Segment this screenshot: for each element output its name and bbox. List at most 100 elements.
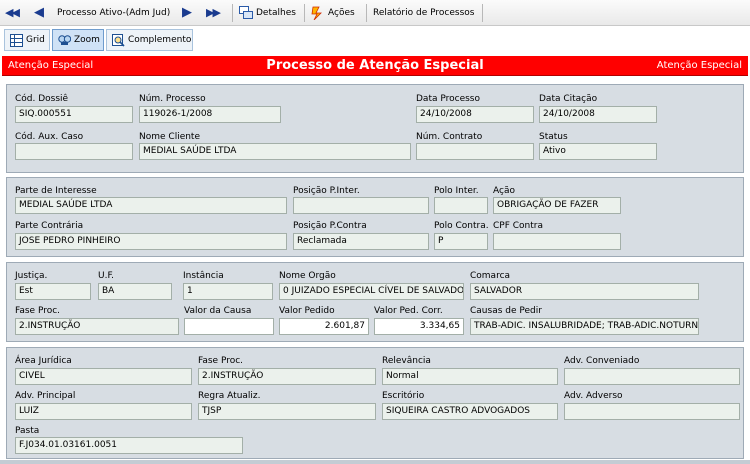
parte-contraria-field[interactable]: JOSE PEDRO PINHEIRO: [15, 233, 287, 250]
parte-interesse-label: Parte de Interesse: [15, 186, 97, 196]
causas-pedir-field[interactable]: TRAB-ADIC. INSALUBRIDADE; TRAB-ADIC.NOTU…: [470, 318, 699, 335]
bottom-strip: [0, 460, 750, 464]
toolbar-separator: [366, 4, 367, 22]
acao-label: Ação: [493, 186, 515, 196]
panel-partes: Parte de Interesse MEDIAL SAÚDE LTDA Pos…: [6, 177, 744, 257]
first-record-icon[interactable]: ◀◀: [5, 5, 20, 21]
valor-ped-corr-label: Valor Ped. Corr.: [374, 306, 443, 316]
causas-pedir-label: Causas de Pedir: [470, 306, 542, 316]
adv-principal-field[interactable]: LUIZ: [15, 403, 192, 420]
polo-contra-label: Polo Contra.: [434, 221, 489, 231]
valor-ped-corr-field[interactable]: 3.334,65: [374, 318, 464, 335]
polo-inter-field[interactable]: [434, 197, 488, 214]
relevancia-field[interactable]: Normal: [382, 368, 558, 385]
posicao-inter-label: Posição P.Inter.: [293, 186, 360, 196]
justica-field[interactable]: Est: [15, 283, 91, 300]
adv-adverso-field[interactable]: [564, 403, 740, 420]
justica-label: Justiça.: [15, 271, 48, 281]
escritorio-label: Escritório: [382, 391, 425, 401]
cod-dossie-field[interactable]: SIQ.000551: [15, 106, 133, 123]
nome-orgao-label: Nome Orgão: [279, 271, 336, 281]
acoes-button[interactable]: Ações: [311, 5, 361, 21]
posicao-contra-field[interactable]: Reclamada: [293, 233, 429, 250]
status-field[interactable]: Ativo: [539, 143, 657, 160]
regra-atualiz-field[interactable]: TJSP: [198, 403, 376, 420]
area-juridica-label: Área Jurídica: [15, 356, 72, 366]
toolbar-separator: [232, 4, 233, 22]
fase-proc-field[interactable]: 2.INSTRUÇÃO: [15, 318, 179, 335]
nome-cliente-field[interactable]: MEDIAL SAÚDE LTDA: [139, 143, 411, 160]
cod-dossie-label: Cód. Dossiê: [15, 94, 69, 104]
relatorio-button[interactable]: Relatório de Processos: [373, 5, 474, 21]
page-title: Processo de Atenção Especial: [266, 58, 484, 73]
uf-field[interactable]: BA: [98, 283, 172, 300]
tab-complemento[interactable]: Complemento: [106, 29, 193, 51]
tab-grid[interactable]: Grid: [4, 29, 50, 51]
instancia-label: Instância: [183, 271, 224, 281]
page-banner: Atenção Especial Processo de Atenção Esp…: [2, 56, 748, 76]
valor-causa-field[interactable]: [184, 318, 274, 335]
tab-grid-label: Grid: [26, 35, 45, 45]
details-icon: [239, 6, 253, 19]
panel-orgao: Justiça. Est U.F. BA Instância 1 Nome Or…: [6, 262, 744, 342]
relevancia-label: Relevância: [382, 356, 431, 366]
cod-aux-caso-label: Cód. Aux. Caso: [15, 132, 84, 142]
acoes-icon: [311, 6, 322, 20]
fase-proc-2-field[interactable]: 2.INSTRUÇÃO: [198, 368, 376, 385]
status-label: Status: [539, 132, 568, 142]
previous-record-icon[interactable]: ◀: [34, 5, 44, 21]
uf-label: U.F.: [98, 271, 115, 281]
tab-complemento-label: Complemento: [128, 35, 192, 45]
toolbar: ◀◀ ◀ Processo Ativo-(Adm Jud) ▶ ▶▶ Detal…: [0, 0, 750, 26]
num-contrato-label: Núm. Contrato: [416, 132, 483, 142]
adv-conveniado-label: Adv. Conveniado: [564, 356, 640, 366]
area-juridica-field[interactable]: CIVEL: [15, 368, 192, 385]
panel-dossie: Cód. Dossiê SIQ.000551 Núm. Processo 119…: [6, 84, 744, 173]
magnifier-icon: [112, 34, 125, 47]
num-processo-field[interactable]: 119026-1/2008: [139, 106, 281, 123]
acao-field[interactable]: OBRIGAÇÃO DE FAZER: [493, 197, 621, 214]
pasta-label: Pasta: [15, 426, 40, 436]
tab-zoom-label: Zoom: [74, 35, 100, 45]
tab-zoom[interactable]: Zoom: [52, 29, 104, 51]
last-record-icon[interactable]: ▶▶: [206, 5, 221, 21]
cpf-contra-field[interactable]: [493, 233, 621, 250]
adv-principal-label: Adv. Principal: [15, 391, 76, 401]
cod-aux-caso-field[interactable]: [15, 143, 133, 160]
posicao-inter-field[interactable]: [293, 197, 429, 214]
valor-pedido-label: Valor Pedido: [279, 306, 335, 316]
polo-contra-field[interactable]: P: [434, 233, 488, 250]
nome-cliente-label: Nome Cliente: [139, 132, 200, 142]
posicao-contra-label: Posição P.Contra: [293, 221, 367, 231]
regra-atualiz-label: Regra Atualiz.: [198, 391, 261, 401]
comarca-field[interactable]: SALVADOR: [470, 283, 699, 300]
process-label: Processo Ativo-(Adm Jud): [57, 8, 171, 18]
fase-proc-label: Fase Proc.: [15, 306, 61, 316]
data-processo-label: Data Processo: [416, 94, 480, 104]
view-tabs: Grid Zoom Complemento: [0, 27, 750, 53]
valor-pedido-field[interactable]: 2.601,87: [279, 318, 369, 335]
next-record-icon[interactable]: ▶: [182, 5, 192, 21]
adv-adverso-label: Adv. Adverso: [564, 391, 623, 401]
parte-interesse-field[interactable]: MEDIAL SAÚDE LTDA: [15, 197, 287, 214]
instancia-field[interactable]: 1: [183, 283, 273, 300]
zoom-icon: [58, 35, 71, 45]
num-contrato-field[interactable]: [416, 143, 534, 160]
comarca-label: Comarca: [470, 271, 511, 281]
pasta-field[interactable]: F.J034.01.03161.0051: [15, 437, 243, 454]
toolbar-separator: [482, 4, 483, 22]
nome-orgao-field[interactable]: 0 JUIZADO ESPECIAL CÍVEL DE SALVADO: [279, 283, 464, 300]
panel-advogados: Área Jurídica CIVEL Fase Proc. 2.INSTRUÇ…: [6, 347, 744, 459]
num-processo-label: Núm. Processo: [139, 94, 206, 104]
fase-proc-2-label: Fase Proc.: [198, 356, 244, 366]
data-processo-field[interactable]: 24/10/2008: [416, 106, 534, 123]
valor-causa-label: Valor da Causa: [184, 306, 252, 316]
adv-conveniado-field[interactable]: [564, 368, 740, 385]
data-citacao-label: Data Citação: [539, 94, 598, 104]
parte-contraria-label: Parte Contrária: [15, 221, 84, 231]
banner-right-text: Atenção Especial: [656, 60, 742, 71]
acoes-label: Ações: [328, 8, 355, 18]
data-citacao-field[interactable]: 24/10/2008: [539, 106, 657, 123]
detalhes-button[interactable]: Detalhes: [239, 5, 299, 21]
escritorio-field[interactable]: SIQUEIRA CASTRO ADVOGADOS: [382, 403, 558, 420]
